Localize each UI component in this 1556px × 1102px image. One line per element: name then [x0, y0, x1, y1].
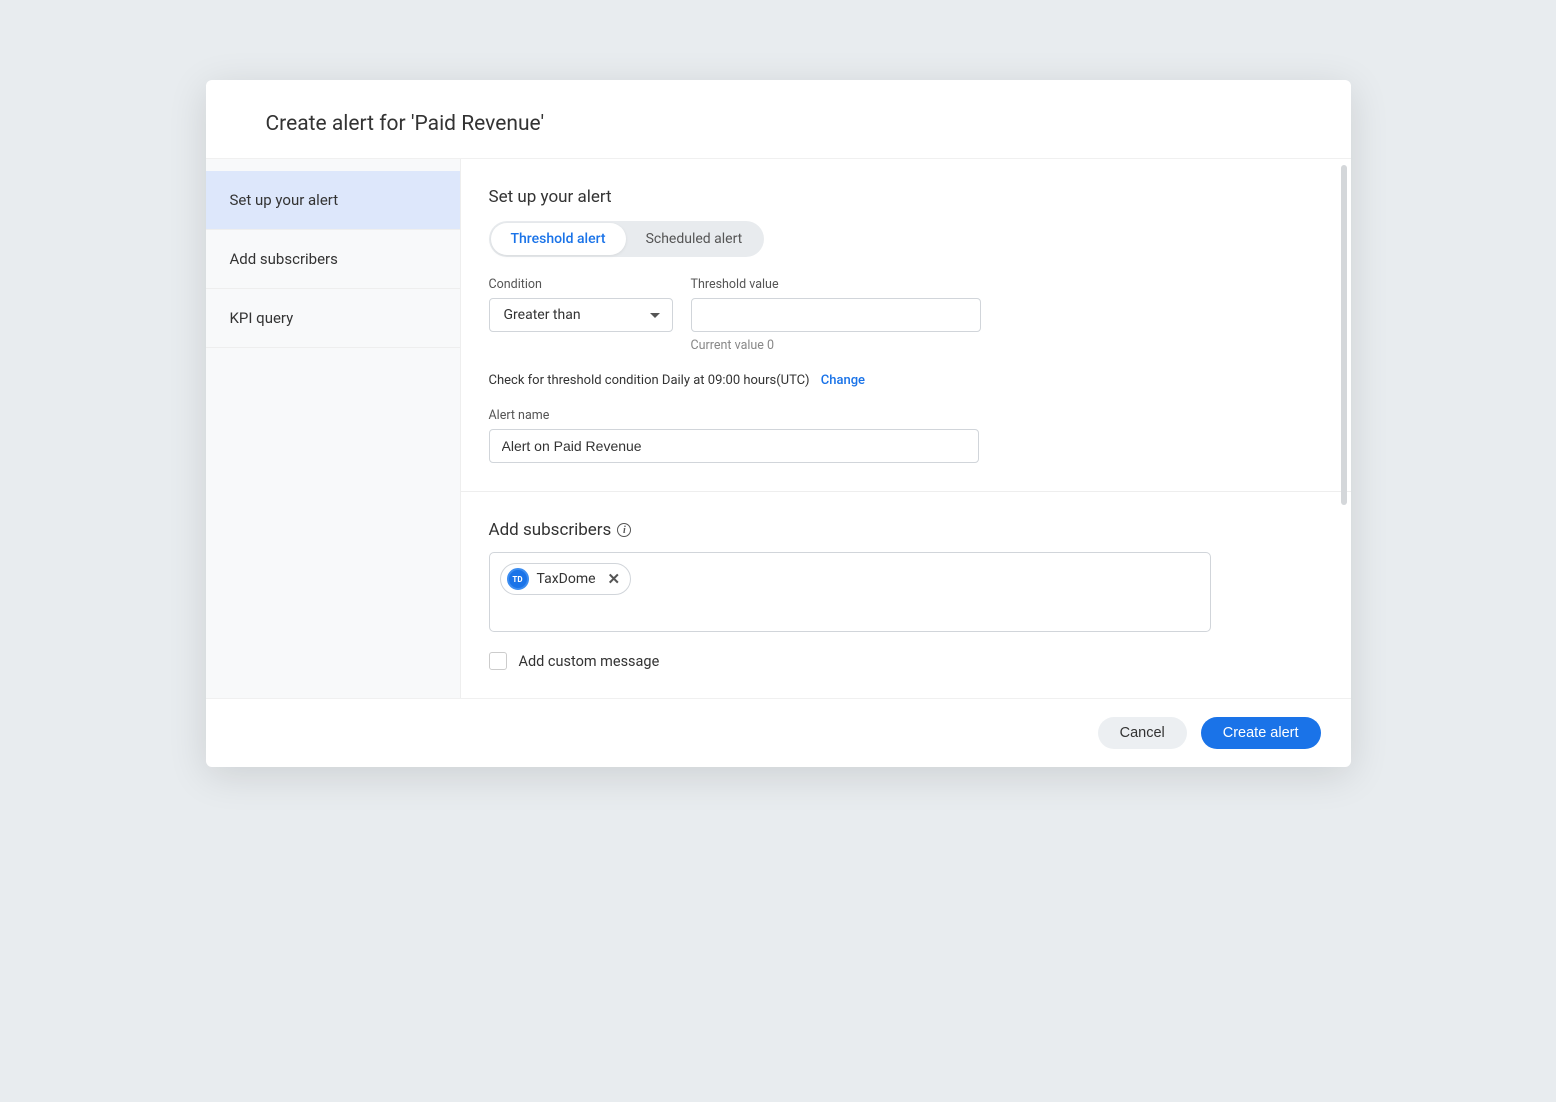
modal-header: Create alert for 'Paid Revenue': [206, 80, 1351, 158]
create-alert-button[interactable]: Create alert: [1201, 717, 1321, 749]
section-title-setup: Set up your alert: [489, 187, 1319, 207]
condition-select[interactable]: Greater than: [489, 298, 673, 332]
alert-name-field: Alert name: [489, 408, 1319, 463]
alert-name-input[interactable]: [489, 429, 979, 463]
threshold-field: Threshold value Current value 0: [691, 277, 981, 353]
condition-label: Condition: [489, 277, 673, 292]
create-alert-modal: Create alert for 'Paid Revenue' Set up y…: [206, 80, 1351, 767]
close-icon[interactable]: ✕: [608, 570, 621, 588]
condition-row: Condition Greater than Threshold value C…: [489, 277, 1319, 353]
condition-value: Greater than: [504, 307, 581, 323]
custom-message-checkbox[interactable]: [489, 652, 507, 670]
schedule-text: Check for threshold condition Daily at 0…: [489, 373, 810, 388]
sidebar-item-subscribers[interactable]: Add subscribers: [206, 230, 460, 289]
alert-type-toggle: Threshold alert Scheduled alert: [489, 221, 765, 257]
custom-message-label: Add custom message: [519, 653, 660, 670]
sidebar-item-label: Add subscribers: [230, 250, 338, 268]
subscribers-header: Add subscribers i: [489, 520, 1319, 540]
modal-footer: Cancel Create alert: [206, 699, 1351, 767]
info-icon[interactable]: i: [617, 523, 631, 537]
threshold-input[interactable]: [691, 298, 981, 332]
threshold-helper: Current value 0: [691, 338, 981, 353]
cancel-button[interactable]: Cancel: [1098, 717, 1187, 749]
threshold-label: Threshold value: [691, 277, 981, 292]
section-subscribers: Add subscribers i TD TaxDome ✕ Add custo…: [461, 492, 1351, 698]
section-title-subscribers: Add subscribers: [489, 520, 612, 540]
sidebar-item-kpi-query[interactable]: KPI query: [206, 289, 460, 348]
avatar: TD: [507, 568, 529, 590]
toggle-scheduled-alert[interactable]: Scheduled alert: [626, 223, 763, 255]
chip-label: TaxDome: [537, 571, 596, 587]
content: Set up your alert Threshold alert Schedu…: [461, 159, 1351, 698]
scrollbar[interactable]: [1341, 165, 1347, 505]
section-setup: Set up your alert Threshold alert Schedu…: [461, 159, 1351, 492]
subscribers-input[interactable]: TD TaxDome ✕: [489, 552, 1211, 632]
condition-field: Condition Greater than: [489, 277, 673, 353]
modal-body: Set up your alert Add subscribers KPI qu…: [206, 158, 1351, 699]
sidebar-item-label: Set up your alert: [230, 191, 339, 209]
modal-title: Create alert for 'Paid Revenue': [266, 112, 1291, 136]
sidebar: Set up your alert Add subscribers KPI qu…: [206, 159, 461, 698]
alert-name-label: Alert name: [489, 408, 1319, 423]
change-link[interactable]: Change: [821, 373, 865, 388]
schedule-row: Check for threshold condition Daily at 0…: [489, 373, 1319, 388]
toggle-threshold-alert[interactable]: Threshold alert: [491, 223, 626, 255]
sidebar-item-setup[interactable]: Set up your alert: [206, 171, 460, 230]
custom-message-row: Add custom message: [489, 652, 1319, 670]
subscriber-chip: TD TaxDome ✕: [500, 563, 632, 595]
sidebar-item-label: KPI query: [230, 309, 294, 327]
